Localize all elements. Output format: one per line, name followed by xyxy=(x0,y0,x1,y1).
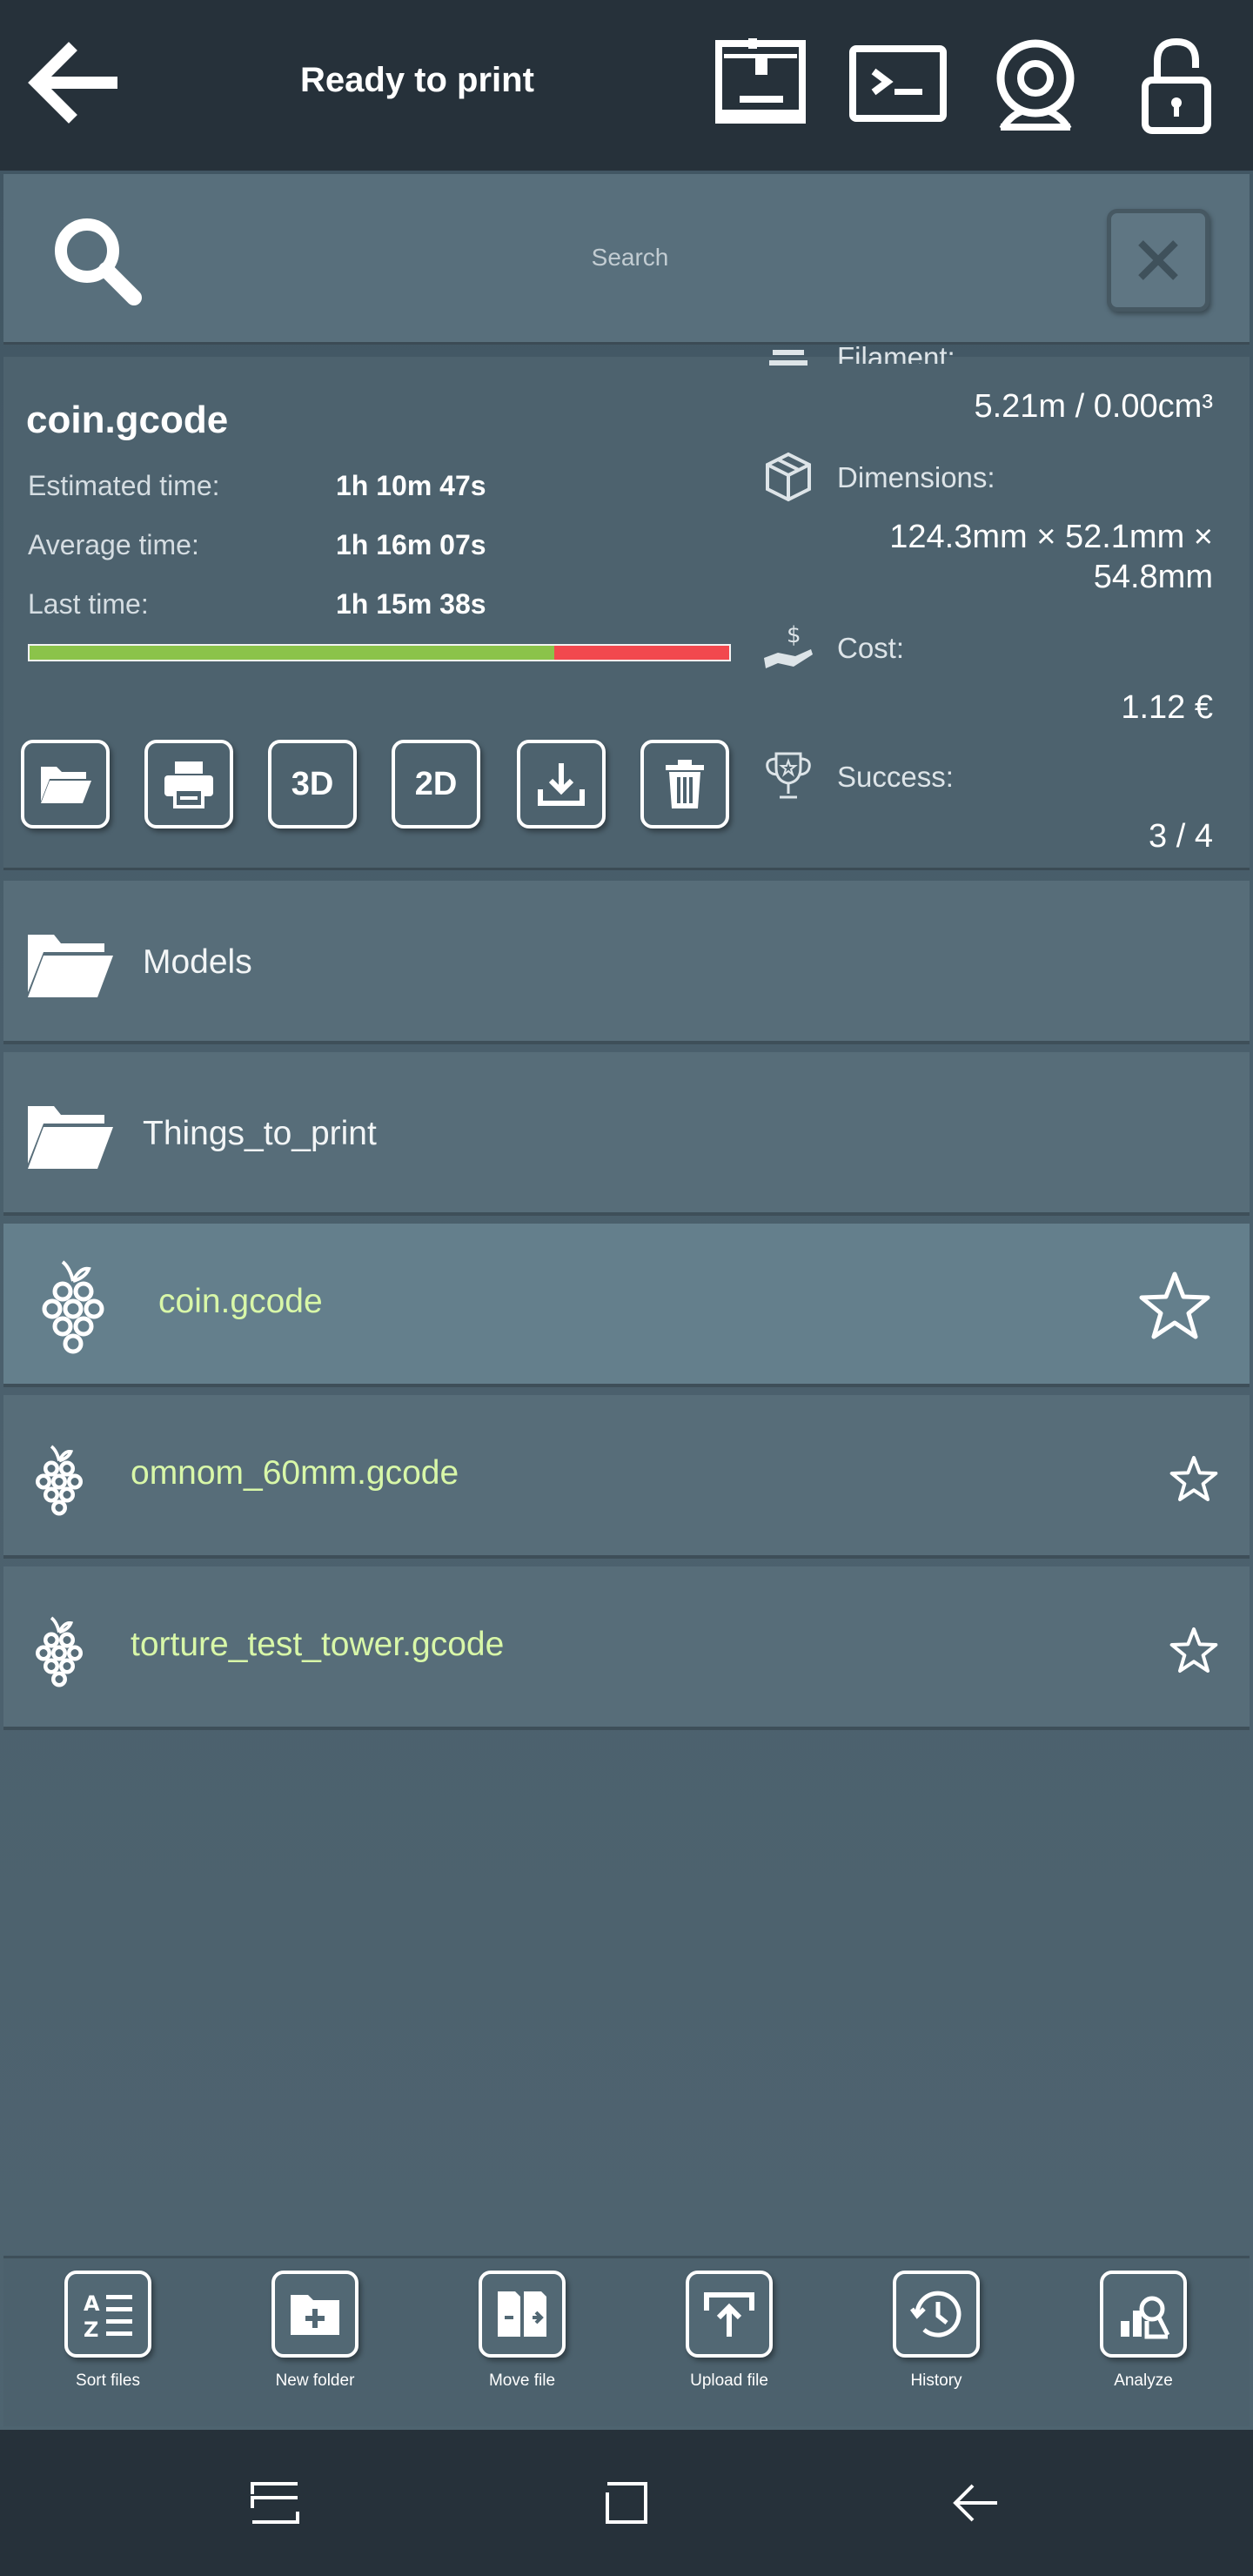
cost-value: 1.12 € xyxy=(1121,689,1213,726)
dimensions-value-line1: 124.3mm × 52.1mm × xyxy=(889,519,1213,555)
svg-text:Z: Z xyxy=(84,2318,98,2342)
system-navigation-bar xyxy=(0,2430,1253,2576)
terminal-icon[interactable] xyxy=(846,33,950,138)
estimated-time-label: Estimated time: xyxy=(28,470,220,501)
trash-icon xyxy=(666,760,704,808)
back-arrow-icon[interactable] xyxy=(21,35,125,131)
bottom-toolbar: A Z Sort files New folder Move file Uplo… xyxy=(3,2256,1250,2426)
file-details-card: coin.gcode Estimated time: 1h 10m 47s Av… xyxy=(3,341,1250,870)
lock-open-icon[interactable] xyxy=(1124,33,1229,138)
analyze-label: Analyze xyxy=(1114,2371,1173,2390)
dimensions-cube-icon xyxy=(761,449,816,505)
printer-status-title: Ready to print xyxy=(300,61,534,99)
estimated-time-value: 1h 10m 47s xyxy=(336,470,486,501)
printer-icon xyxy=(164,761,213,808)
folder-row-things-to-print[interactable]: Things_to_print xyxy=(3,1052,1250,1216)
file-name: coin.gcode xyxy=(158,1283,323,1320)
folder-open-icon xyxy=(41,767,91,803)
analyze-icon xyxy=(1100,2271,1187,2358)
move-file-button[interactable]: Move file xyxy=(435,2271,609,2418)
star-outline-icon[interactable] xyxy=(1169,1454,1218,1503)
file-row-coin[interactable]: coin.gcode xyxy=(3,1224,1250,1387)
file-row-omnom[interactable]: omnom_60mm.gcode xyxy=(3,1395,1250,1559)
folder-name: Models xyxy=(143,943,252,981)
cost-hand-coin-icon: $ xyxy=(761,620,816,675)
average-time-label: Average time: xyxy=(28,529,199,560)
last-time-label: Last time: xyxy=(28,588,149,620)
success-label: Success: xyxy=(837,761,954,793)
view-3d-button[interactable]: 3D xyxy=(268,740,357,828)
analyze-button[interactable]: Analyze xyxy=(1056,2271,1230,2418)
upload-file-button[interactable]: Upload file xyxy=(642,2271,816,2418)
webcam-icon[interactable] xyxy=(983,33,1088,138)
search-input[interactable]: Search xyxy=(526,244,734,272)
success-progress-bar xyxy=(28,644,731,661)
sort-az-icon: A Z xyxy=(64,2271,151,2358)
download-icon xyxy=(538,763,585,806)
last-time-value: 1h 15m 38s xyxy=(336,588,486,620)
search-icon xyxy=(47,211,151,315)
svg-text:$: $ xyxy=(787,622,801,648)
back-nav-icon[interactable] xyxy=(941,2468,1011,2538)
folder-row-models[interactable]: Models xyxy=(3,881,1250,1044)
folder-open-icon xyxy=(24,1103,115,1172)
file-name: torture_test_tower.gcode xyxy=(131,1626,505,1663)
upload-icon xyxy=(686,2271,773,2358)
move-file-label: Move file xyxy=(488,2371,556,2390)
success-value: 3 / 4 xyxy=(1149,818,1213,855)
success-progress-fill xyxy=(30,646,554,660)
dimensions-label: Dimensions: xyxy=(837,461,995,493)
file-row-torture-test[interactable]: torture_test_tower.gcode xyxy=(3,1566,1250,1730)
sort-files-label: Sort files xyxy=(76,2371,140,2390)
open-folder-button[interactable] xyxy=(21,740,110,828)
view-2d-label: 2D xyxy=(414,765,458,802)
trophy-icon xyxy=(761,748,816,804)
close-icon xyxy=(1138,240,1178,280)
dimensions-value-line2: 54.8mm xyxy=(1093,559,1213,595)
star-outline-icon[interactable] xyxy=(1138,1269,1211,1342)
delete-button[interactable] xyxy=(640,740,729,828)
folder-name: Things_to_print xyxy=(143,1115,377,1152)
upload-file-label: Upload file xyxy=(690,2371,768,2390)
filament-value: 5.21m / 0.00cm³ xyxy=(974,388,1213,425)
clear-search-button[interactable] xyxy=(1107,209,1209,312)
filament-icon xyxy=(761,341,816,372)
cost-label: Cost: xyxy=(837,632,905,664)
grape-icon xyxy=(33,1615,85,1688)
failure-progress-fill xyxy=(554,646,729,660)
average-time-value: 1h 16m 07s xyxy=(336,529,486,560)
folder-plus-icon xyxy=(271,2271,358,2358)
home-icon[interactable] xyxy=(592,2468,661,2538)
filament-label: Filament: xyxy=(837,341,955,364)
new-folder-button[interactable]: New folder xyxy=(228,2271,402,2418)
search-bar: Search xyxy=(3,174,1250,345)
print-button[interactable] xyxy=(144,740,233,828)
top-app-bar: Ready to print xyxy=(0,0,1253,171)
grape-icon xyxy=(38,1258,108,1356)
view-3d-label: 3D xyxy=(291,765,334,802)
recent-apps-icon[interactable] xyxy=(240,2468,310,2538)
history-button[interactable]: History xyxy=(849,2271,1023,2418)
selected-file-name: coin.gcode xyxy=(26,399,229,441)
history-icon xyxy=(893,2271,980,2358)
printer-3d-icon[interactable] xyxy=(710,33,814,138)
file-name: omnom_60mm.gcode xyxy=(131,1454,459,1492)
move-file-icon xyxy=(479,2271,566,2358)
folder-open-icon xyxy=(24,931,115,1001)
history-label: History xyxy=(910,2371,962,2390)
download-button[interactable] xyxy=(517,740,606,828)
star-outline-icon[interactable] xyxy=(1169,1626,1218,1674)
svg-text:A: A xyxy=(84,2291,100,2316)
view-2d-button[interactable]: 2D xyxy=(392,740,480,828)
new-folder-label: New folder xyxy=(275,2371,355,2390)
grape-icon xyxy=(33,1444,85,1517)
sort-files-button[interactable]: A Z Sort files xyxy=(21,2271,195,2418)
